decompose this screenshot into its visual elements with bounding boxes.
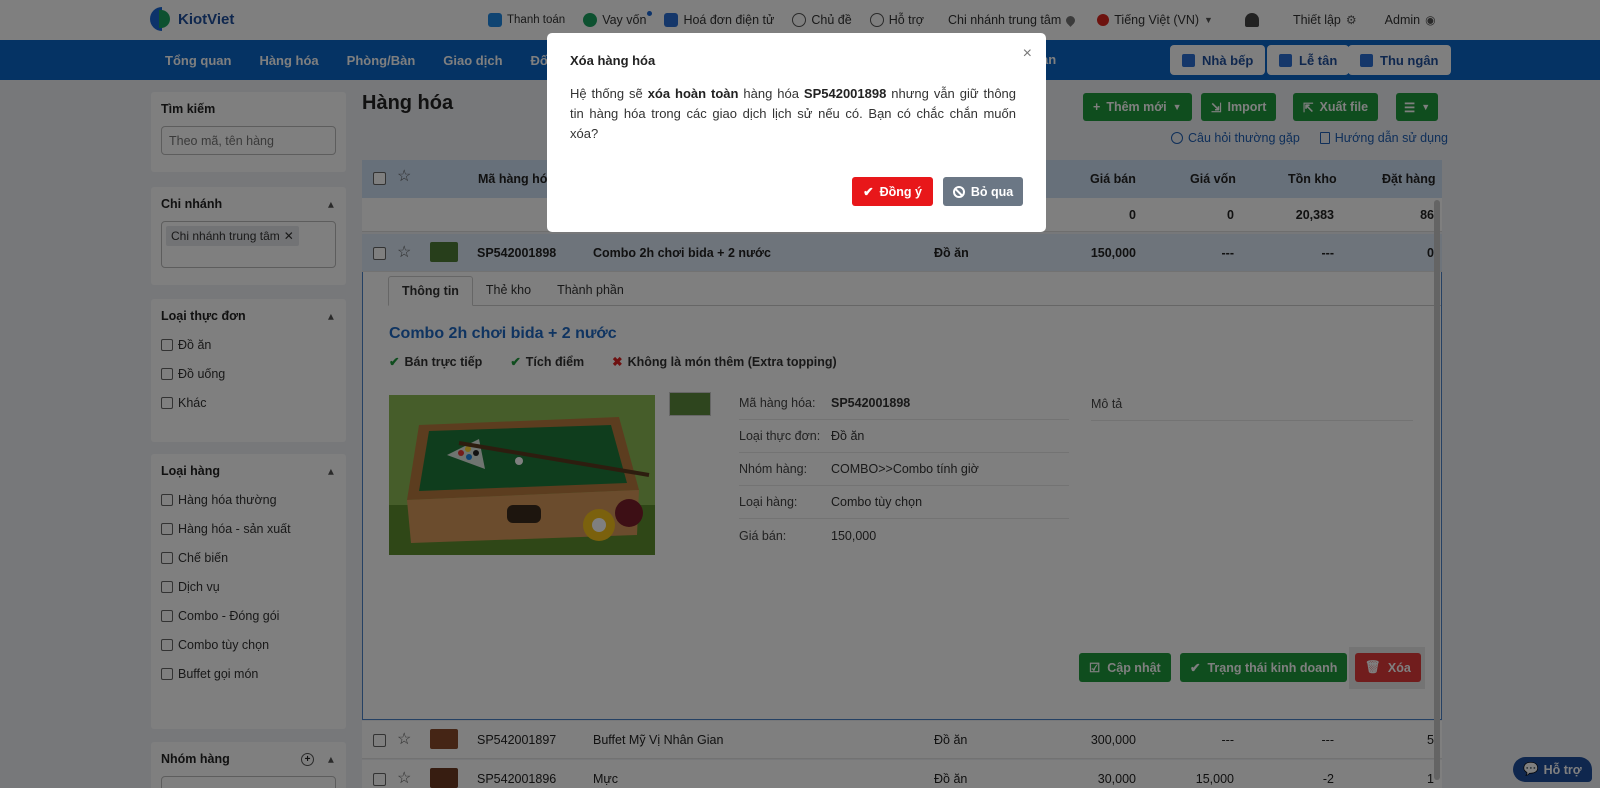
delete-confirm-dialog: Xóa hàng hóa × Hệ thống sẽ xóa hoàn toàn… [547,33,1046,232]
close-icon[interactable]: × [1023,45,1032,63]
check-icon: ✔ [863,185,874,199]
cancel-button[interactable]: Bỏ qua [943,177,1023,206]
dialog-title: Xóa hàng hóa [570,53,656,68]
dialog-message: Hệ thống sẽ xóa hoàn toàn hàng hóa SP542… [570,86,1017,141]
ban-icon [952,185,965,198]
confirm-button[interactable]: ✔ Đồng ý [852,177,933,206]
